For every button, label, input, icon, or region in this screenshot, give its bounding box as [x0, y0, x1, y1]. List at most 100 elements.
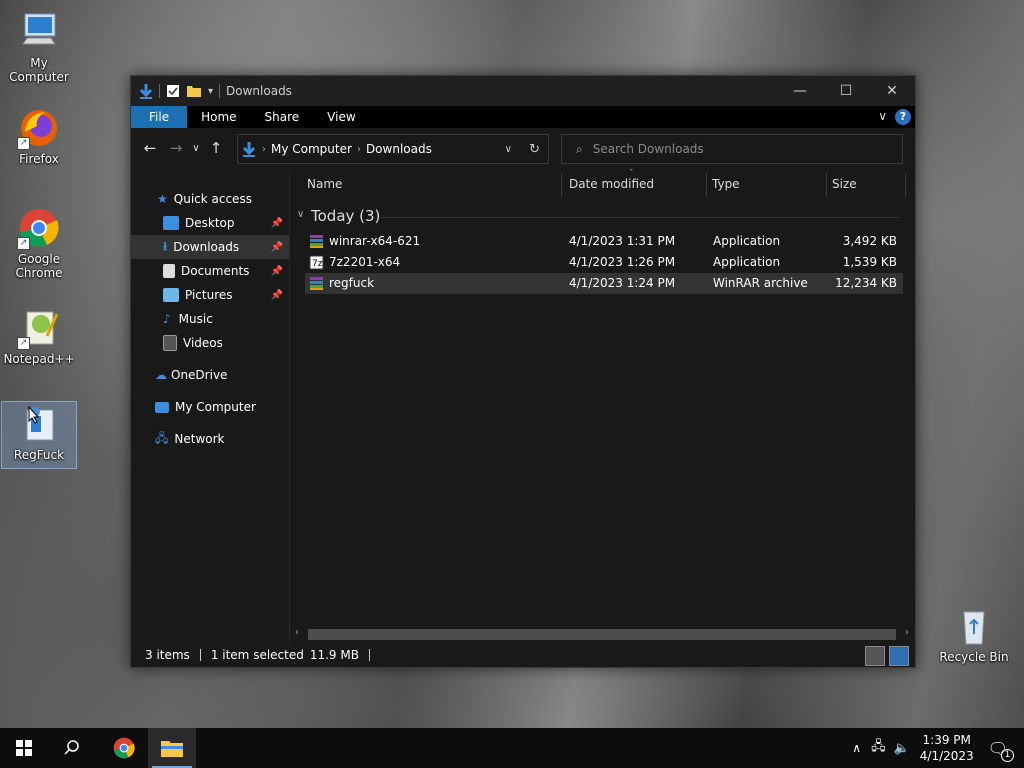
tab-share[interactable]: Share: [251, 106, 314, 128]
forward-button[interactable]: →: [163, 139, 189, 157]
pictures-icon: [163, 288, 179, 302]
back-button[interactable]: ←: [137, 139, 163, 157]
group-header[interactable]: Today (3): [311, 207, 380, 225]
pin-icon[interactable]: 📌: [271, 290, 283, 301]
horizontal-scrollbar[interactable]: ‹ ›: [291, 626, 913, 643]
7zip-icon: 7z: [309, 255, 324, 270]
taskbar-file-explorer[interactable]: [148, 728, 196, 768]
divider[interactable]: [706, 173, 707, 197]
file-row[interactable]: [305, 403, 903, 424]
pin-icon[interactable]: 📌: [271, 242, 283, 253]
divider: [159, 84, 160, 98]
tab-view[interactable]: View: [313, 106, 369, 128]
details-view-icon[interactable]: [865, 646, 885, 666]
nav-documents[interactable]: Documents 📌: [131, 259, 289, 283]
scroll-right-icon[interactable]: ›: [905, 627, 909, 638]
nav-pictures[interactable]: Pictures 📌: [131, 283, 289, 307]
file-name: winrar-x64-621: [329, 234, 421, 248]
taskbar: ∧ 🖧 🔈 1:39 PM 4/1/2023 🗨 1: [0, 728, 1024, 768]
chrome-icon: ↗: [17, 206, 61, 250]
computer-icon: [17, 10, 61, 54]
clock[interactable]: 1:39 PM 4/1/2023: [920, 732, 974, 764]
title-bar[interactable]: ▾ Downloads — ☐ ✕: [131, 76, 915, 106]
divider[interactable]: [826, 173, 827, 197]
firefox-icon: ↗: [17, 106, 61, 150]
nav-network[interactable]: 🖧 Network: [131, 427, 289, 451]
divider: [368, 649, 370, 661]
new-folder-icon[interactable]: [186, 84, 202, 98]
network-status-icon[interactable]: 🖧: [871, 737, 886, 759]
tab-home[interactable]: Home: [187, 106, 250, 128]
cloud-icon: ☁: [155, 368, 167, 382]
file-name: 7z2201-x64: [329, 255, 401, 269]
desktop-icon-notepad-plus-plus[interactable]: ↗ Notepad++: [2, 306, 76, 366]
up-button[interactable]: ↑: [203, 139, 229, 157]
file-size: 3,492 KB: [842, 234, 897, 248]
taskbar-chrome[interactable]: [100, 728, 148, 768]
nav-label: Music: [178, 312, 213, 326]
nav-label: Pictures: [185, 288, 233, 302]
group-collapse-icon[interactable]: ∨: [297, 209, 304, 220]
show-hidden-icons-icon[interactable]: ∧: [852, 741, 861, 755]
file-row[interactable]: 7z 7z2201-x64 4/1/2023 1:26 PM Applicati…: [305, 252, 903, 273]
search-placeholder: Search Downloads: [592, 142, 704, 156]
quick-access-toolbar: ▾: [131, 83, 221, 99]
file-date: 4/1/2023 1:31 PM: [569, 234, 676, 248]
nav-onedrive[interactable]: ☁ OneDrive: [131, 363, 289, 387]
start-button[interactable]: [0, 728, 48, 768]
file-row[interactable]: winrar-x64-621 4/1/2023 1:31 PM Applicat…: [305, 231, 903, 252]
help-button[interactable]: ?: [895, 109, 911, 125]
nav-desktop[interactable]: Desktop 📌: [131, 211, 289, 235]
column-size[interactable]: Size: [832, 177, 857, 191]
expand-ribbon-icon[interactable]: ∨: [878, 109, 887, 123]
divider[interactable]: [561, 173, 562, 197]
divider[interactable]: [905, 173, 906, 197]
nav-videos[interactable]: Videos: [131, 331, 289, 355]
search-box[interactable]: ⌕ Search Downloads: [561, 134, 903, 164]
clock-date: 4/1/2023: [919, 749, 974, 763]
nav-downloads[interactable]: ⭳ Downloads 📌: [131, 235, 289, 259]
maximize-button[interactable]: ☐: [823, 76, 869, 106]
tab-file[interactable]: File: [131, 106, 188, 128]
nav-label: Network: [174, 432, 225, 446]
desktop-icon-recycle-bin[interactable]: Recycle Bin: [937, 604, 1011, 664]
volume-icon[interactable]: 🔈: [894, 741, 910, 756]
pane-splitter[interactable]: [289, 173, 290, 643]
address-bar[interactable]: › My Computer › Downloads ∨ ↻: [237, 134, 549, 164]
column-date-modified[interactable]: Date modified: [569, 177, 654, 191]
address-dropdown-icon[interactable]: ∨: [505, 144, 512, 155]
nav-music[interactable]: ♪ Music: [131, 307, 289, 331]
nav-label: Downloads: [173, 240, 240, 254]
minimize-button[interactable]: —: [777, 76, 823, 106]
breadcrumb-downloads[interactable]: Downloads: [366, 142, 432, 156]
breadcrumb-separator-icon: ›: [356, 143, 361, 155]
nav-quick-access[interactable]: ★ Quick access: [131, 187, 289, 211]
desktop-icon-firefox[interactable]: ↗ Firefox: [2, 106, 76, 166]
close-button[interactable]: ✕: [869, 76, 915, 106]
file-row-selected[interactable]: regfuck 4/1/2023 1:24 PM WinRAR archive …: [305, 273, 903, 294]
column-type[interactable]: Type: [712, 177, 740, 191]
customize-toolbar-icon[interactable]: ▾: [208, 86, 213, 97]
network-icon: 🖧: [155, 430, 169, 445]
nav-my-computer[interactable]: My Computer: [131, 395, 289, 419]
desktop-icon-chrome[interactable]: ↗ Google Chrome: [2, 206, 76, 280]
pin-icon[interactable]: 📌: [271, 218, 283, 229]
column-name[interactable]: Name: [307, 177, 342, 191]
nav-label: Documents: [181, 264, 250, 278]
file-size: 1,539 KB: [842, 255, 897, 269]
action-center-icon[interactable]: 🗨 1: [988, 739, 1014, 762]
recent-locations-button[interactable]: ∨: [189, 143, 203, 154]
search-button[interactable]: [48, 728, 96, 768]
properties-icon[interactable]: [166, 84, 180, 98]
pin-icon[interactable]: 📌: [271, 266, 283, 277]
shortcut-arrow-icon: ↗: [17, 137, 30, 150]
desktop-icon-my-computer[interactable]: My Computer: [2, 10, 76, 84]
scroll-left-icon[interactable]: ‹: [295, 627, 299, 638]
file-type: WinRAR archive: [713, 276, 808, 290]
breadcrumb-my-computer[interactable]: My Computer: [271, 142, 352, 156]
file-date: 4/1/2023 1:24 PM: [569, 276, 676, 290]
divider: [219, 84, 221, 98]
refresh-icon[interactable]: ↻: [529, 142, 540, 157]
scrollbar-thumb[interactable]: [308, 629, 896, 640]
large-icons-view-icon[interactable]: [889, 646, 909, 666]
